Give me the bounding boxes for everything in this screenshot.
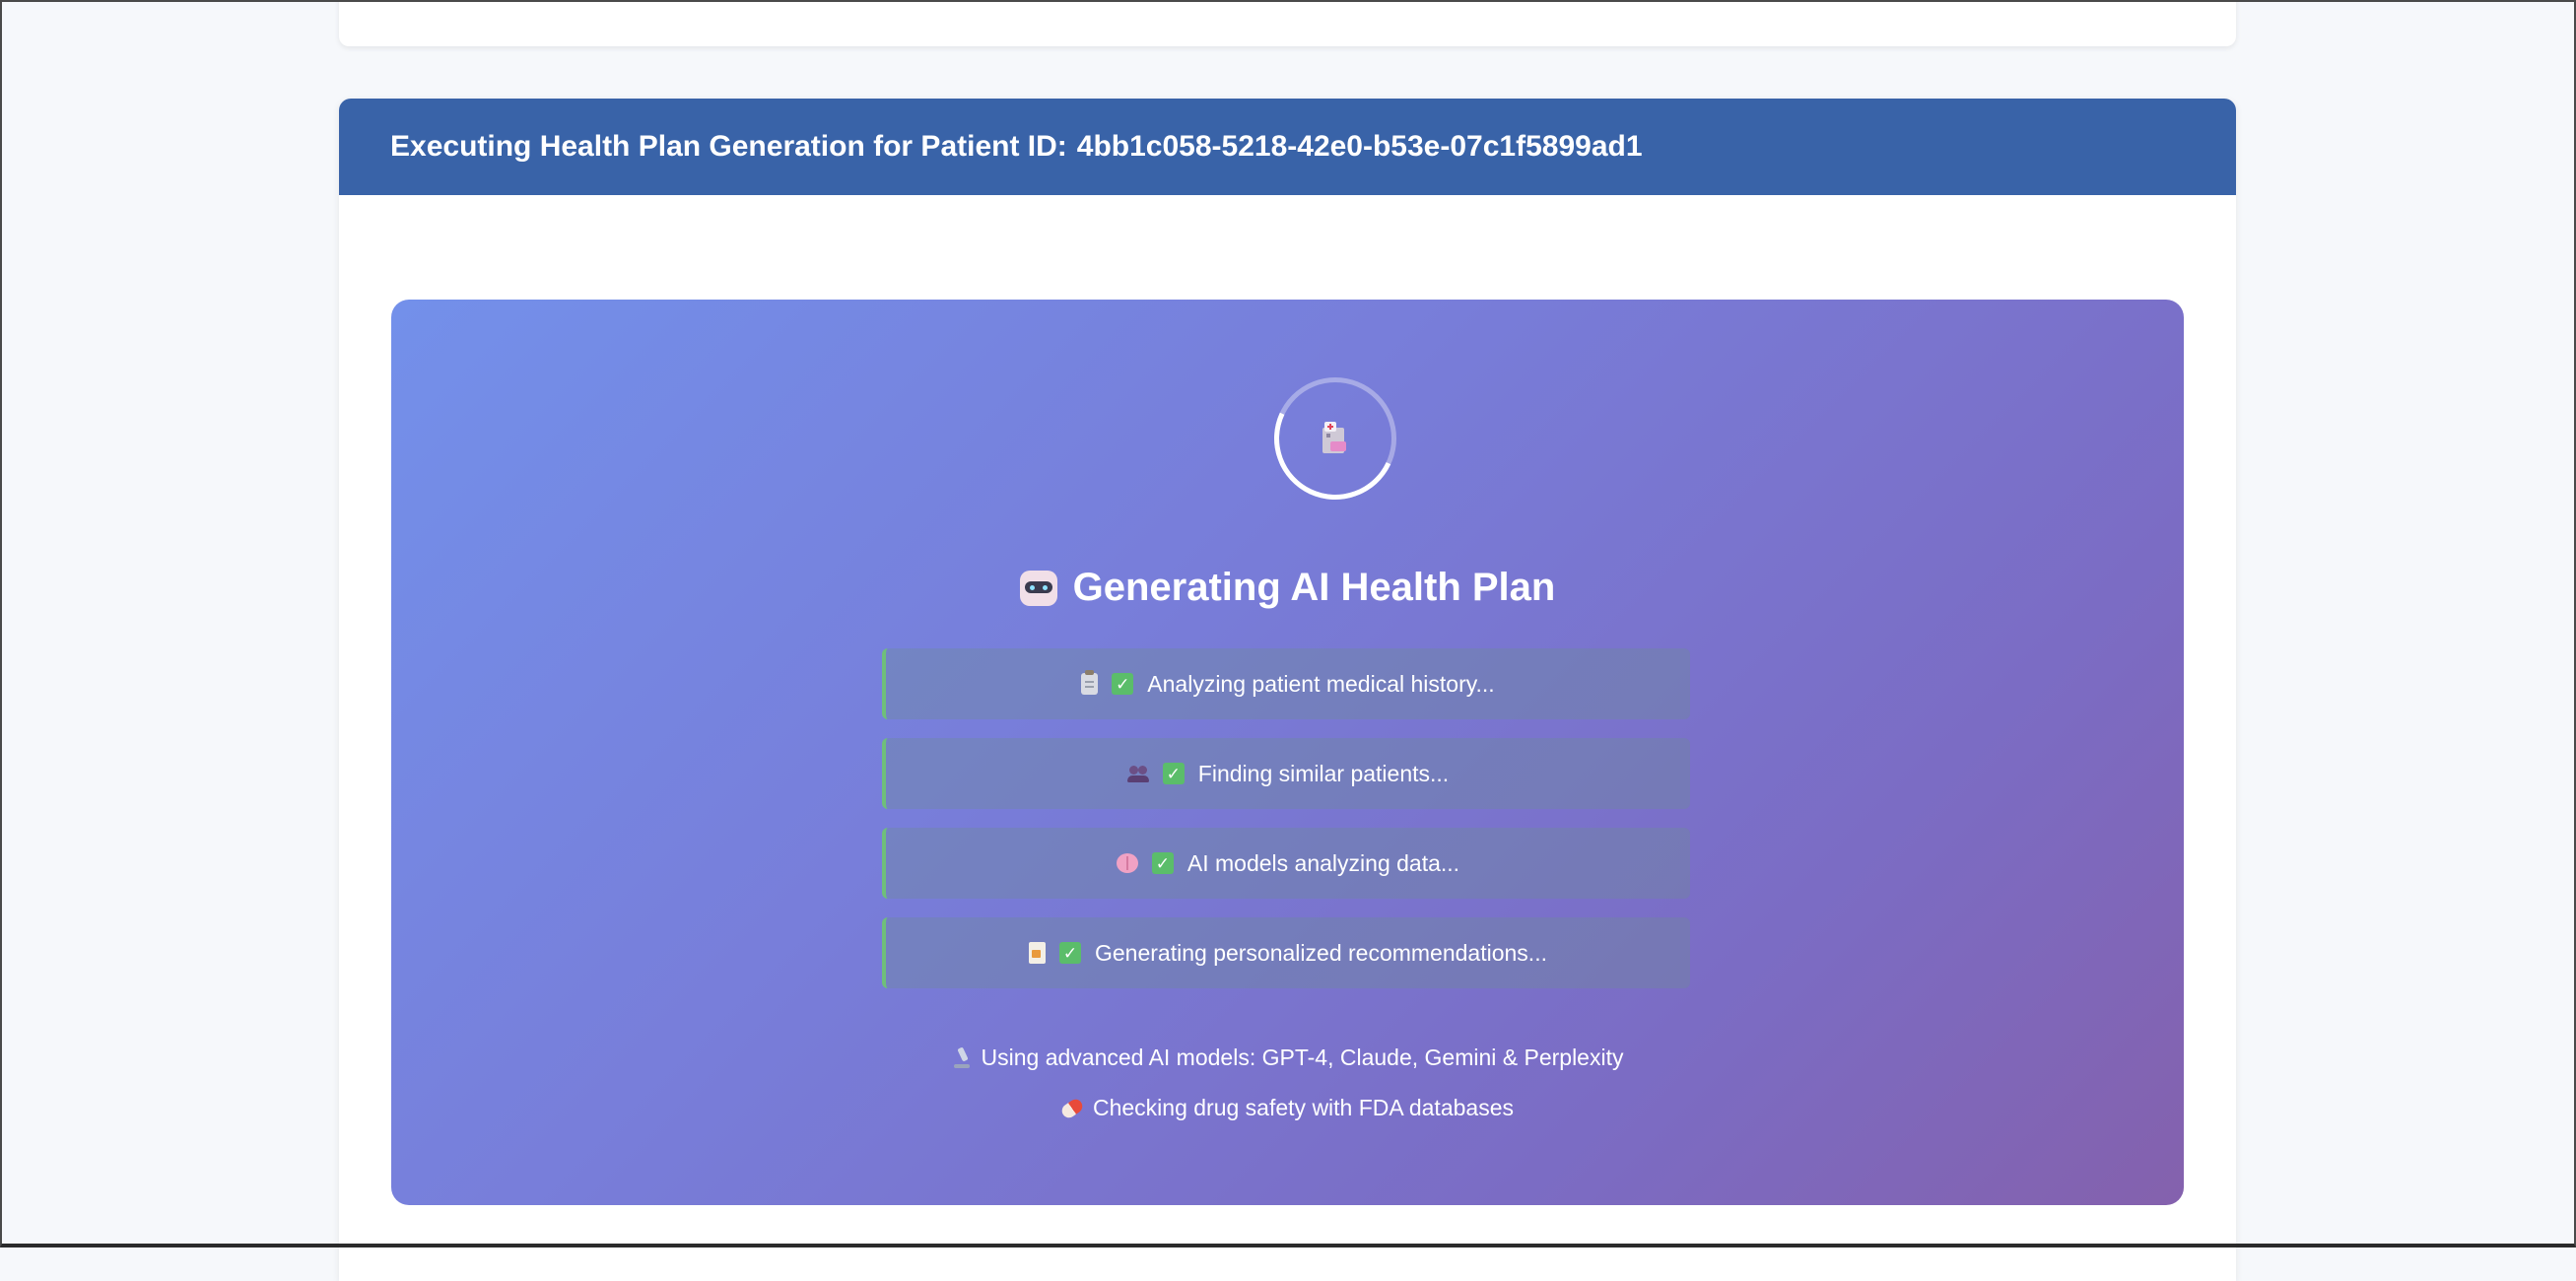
panel-header: Executing Health Plan Generation for Pat… xyxy=(339,99,2236,195)
document-icon xyxy=(1029,942,1046,964)
drug-safety-note-text: Checking drug safety with FDA databases xyxy=(1092,1095,1514,1120)
step-item: ✓ Finding similar patients... xyxy=(882,738,1690,809)
loading-spinner xyxy=(1256,360,1414,517)
step-item: ✓ Generating personalized recommendation… xyxy=(882,917,1690,988)
check-icon: ✓ xyxy=(1151,852,1174,874)
hospital-icon xyxy=(1279,382,1391,495)
generation-progress-card: Generating AI Health Plan ✓ Analyzing pa… xyxy=(391,300,2184,1205)
step-item: ✓ Analyzing patient medical history... xyxy=(882,648,1690,719)
step-item: ✓ AI models analyzing data... xyxy=(882,828,1690,899)
step-label: Finding similar patients... xyxy=(1197,760,1450,786)
models-note: Using advanced AI models: GPT-4, Claude,… xyxy=(391,1045,2184,1071)
step-label: AI models analyzing data... xyxy=(1186,849,1460,876)
previous-card xyxy=(339,0,2236,46)
drug-safety-note: Checking drug safety with FDA databases xyxy=(391,1095,2184,1121)
step-label: Generating personalized recommendations.… xyxy=(1095,939,1547,966)
execution-panel: Executing Health Plan Generation for Pat… xyxy=(339,99,2236,1281)
robot-icon xyxy=(1019,570,1057,606)
pill-icon xyxy=(1058,1096,1086,1120)
generation-title-text: Generating AI Health Plan xyxy=(1072,566,1556,609)
users-icon xyxy=(1126,763,1149,784)
step-list: ✓ Analyzing patient medical history... ✓… xyxy=(882,648,1690,1007)
check-icon: ✓ xyxy=(1059,942,1081,964)
check-icon: ✓ xyxy=(1162,763,1185,784)
header-title: Executing Health Plan Generation for Pat… xyxy=(390,130,1067,163)
brain-icon xyxy=(1116,853,1138,873)
microscope-icon xyxy=(952,1047,972,1069)
step-label: Analyzing patient medical history... xyxy=(1147,670,1495,697)
patient-id: 4bb1c058-5218-42e0-b53e-07c1f5899ad1 xyxy=(1076,130,1643,163)
clipboard-icon xyxy=(1081,670,1099,695)
check-icon: ✓ xyxy=(1112,673,1134,695)
models-note-text: Using advanced AI models: GPT-4, Claude,… xyxy=(981,1045,1624,1070)
generation-title: Generating AI Health Plan xyxy=(391,566,2184,610)
